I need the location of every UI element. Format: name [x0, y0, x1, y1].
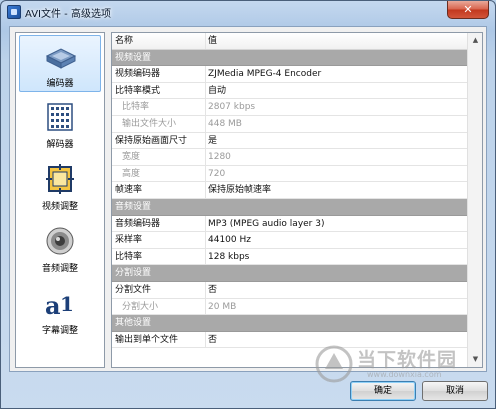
grid-property-row[interactable]: 保持原始画面尺寸 是 [112, 132, 468, 150]
sidebar-item-decoder[interactable]: 解码器 [19, 97, 101, 154]
sidebar-item-label: 字幕调整 [41, 326, 78, 336]
property-value[interactable]: MP3 (MPEG audio layer 3) [208, 216, 324, 233]
property-value[interactable]: ZJMedia MPEG-4 Encoder [208, 66, 321, 83]
property-value: 20 MB [208, 301, 237, 312]
dialog-window: AVI文件 - 高级选项 ✕ 编码器 解码器 视频调整 音频调整 a 1 字幕调… [0, 0, 496, 409]
grid-property-row[interactable]: 分割文件 否 [112, 282, 468, 299]
scroll-up-icon[interactable]: ▲ [469, 33, 482, 48]
property-name: 其他设置 [115, 318, 152, 329]
property-name: 比特率 [115, 251, 143, 262]
property-name: 音频设置 [115, 202, 152, 212]
sidebar-item-audio-adjust[interactable]: 音频调整 [19, 221, 101, 278]
property-value: 720 [208, 168, 226, 179]
svg-text:a: a [45, 291, 61, 319]
watermark: 当下软件园 www.downxia.com [311, 343, 491, 393]
watermark-text: 当下软件园 [357, 349, 458, 371]
grid-category-row: 音频设置 [112, 199, 468, 216]
property-name: 保持原始画面尺寸 [115, 135, 188, 146]
property-name: 分割文件 [115, 285, 152, 295]
property-value[interactable]: 是 [208, 133, 217, 150]
grid-property-row[interactable]: 帧速率 保持原始帧速率 [112, 182, 468, 199]
property-name: 视频设置 [115, 52, 152, 63]
property-name: 音频编码器 [115, 218, 161, 229]
property-value: 448 MB [208, 119, 242, 129]
property-value: 2807 kbps [208, 102, 256, 113]
grid-property-row[interactable]: 比特率 128 kbps [112, 248, 468, 266]
subtitle-icon: a 1 [45, 291, 74, 319]
grid-property-row[interactable]: 视频编码器 ZJMedia MPEG-4 Encoder [112, 66, 468, 83]
title-bar[interactable]: AVI文件 - 高级选项 ✕ [1, 1, 495, 23]
grid-category-row: 视频设置 [112, 49, 468, 67]
sidebar-item-label: 编码器 [46, 79, 74, 89]
grid-category-row: 分割设置 [112, 265, 468, 282]
grid-header: 名称 值 [112, 33, 468, 50]
sidebar-item-subtitle-adjust[interactable]: a 1 字幕调整 [19, 283, 101, 340]
grid-property-row[interactable]: 采样率 44100 Hz [112, 232, 468, 249]
sidebar-item-label: 解码器 [46, 140, 74, 150]
dialog-body: 编码器 解码器 视频调整 音频调整 a 1 字幕调整 名称 值 视频设置 视频编… [9, 26, 487, 372]
column-header-name: 名称 [115, 36, 134, 46]
property-name: 采样率 [115, 235, 143, 246]
property-name: 帧速率 [115, 185, 143, 196]
property-name: 输出到单个文件 [115, 334, 179, 345]
app-icon [7, 5, 21, 19]
property-value[interactable]: 自动 [208, 83, 226, 100]
close-button[interactable]: ✕ [447, 1, 489, 19]
grid-property-row[interactable]: 比特率模式 自动 [112, 82, 468, 100]
window-title: AVI文件 - 高级选项 [25, 9, 111, 20]
property-name: 输出文件大小 [122, 119, 177, 129]
column-header-value: 值 [208, 36, 218, 46]
watermark-logo-icon [315, 345, 353, 383]
property-name: 比特率模式 [115, 85, 161, 96]
property-name: 宽度 [122, 152, 141, 163]
property-name: 分割设置 [115, 268, 152, 279]
property-value[interactable]: 否 [208, 282, 217, 299]
grid-category-row: 其他设置 [112, 315, 468, 332]
sidebar-item-encoder[interactable]: 编码器 [19, 35, 101, 92]
grid-property-row[interactable]: 比特率 2807 kbps [112, 99, 468, 116]
property-name: 视频编码器 [115, 69, 161, 80]
sidebar-item-label: 视频调整 [41, 202, 78, 212]
property-value: 1280 [208, 152, 231, 163]
category-sidebar: 编码器 解码器 视频调整 音频调整 a 1 字幕调整 [15, 32, 105, 368]
encoder-icon [45, 48, 77, 69]
property-value[interactable]: 128 kbps [208, 249, 249, 266]
speaker-icon [46, 227, 74, 255]
property-name: 比特率 [122, 102, 150, 113]
property-name: 高度 [122, 168, 141, 179]
watermark-url: www.downxia.com [367, 370, 442, 379]
property-value[interactable]: 44100 Hz [208, 232, 251, 249]
grid-property-row[interactable]: 宽度 1280 [112, 149, 468, 166]
property-value[interactable]: 否 [208, 332, 217, 349]
property-name: 分割大小 [122, 301, 159, 312]
grid-property-row[interactable]: 输出文件大小 448 MB [112, 116, 468, 133]
grid-property-row[interactable]: 高度 720 [112, 165, 468, 183]
sidebar-item-label: 音频调整 [41, 264, 78, 274]
decoder-icon [47, 103, 73, 131]
sidebar-item-video-adjust[interactable]: 视频调整 [19, 159, 101, 216]
property-value[interactable]: 保持原始帧速率 [208, 182, 271, 199]
vertical-scrollbar[interactable]: ▲ ▼ [467, 33, 482, 367]
grid-property-row[interactable]: 分割大小 20 MB [112, 298, 468, 316]
svg-text:1: 1 [60, 292, 74, 316]
video-adjust-icon [46, 164, 74, 194]
grid-property-row[interactable]: 音频编码器 MP3 (MPEG audio layer 3) [112, 215, 468, 233]
property-grid: 名称 值 视频设置 视频编码器 ZJMedia MPEG-4 Encoder 比特率模… [111, 32, 483, 368]
